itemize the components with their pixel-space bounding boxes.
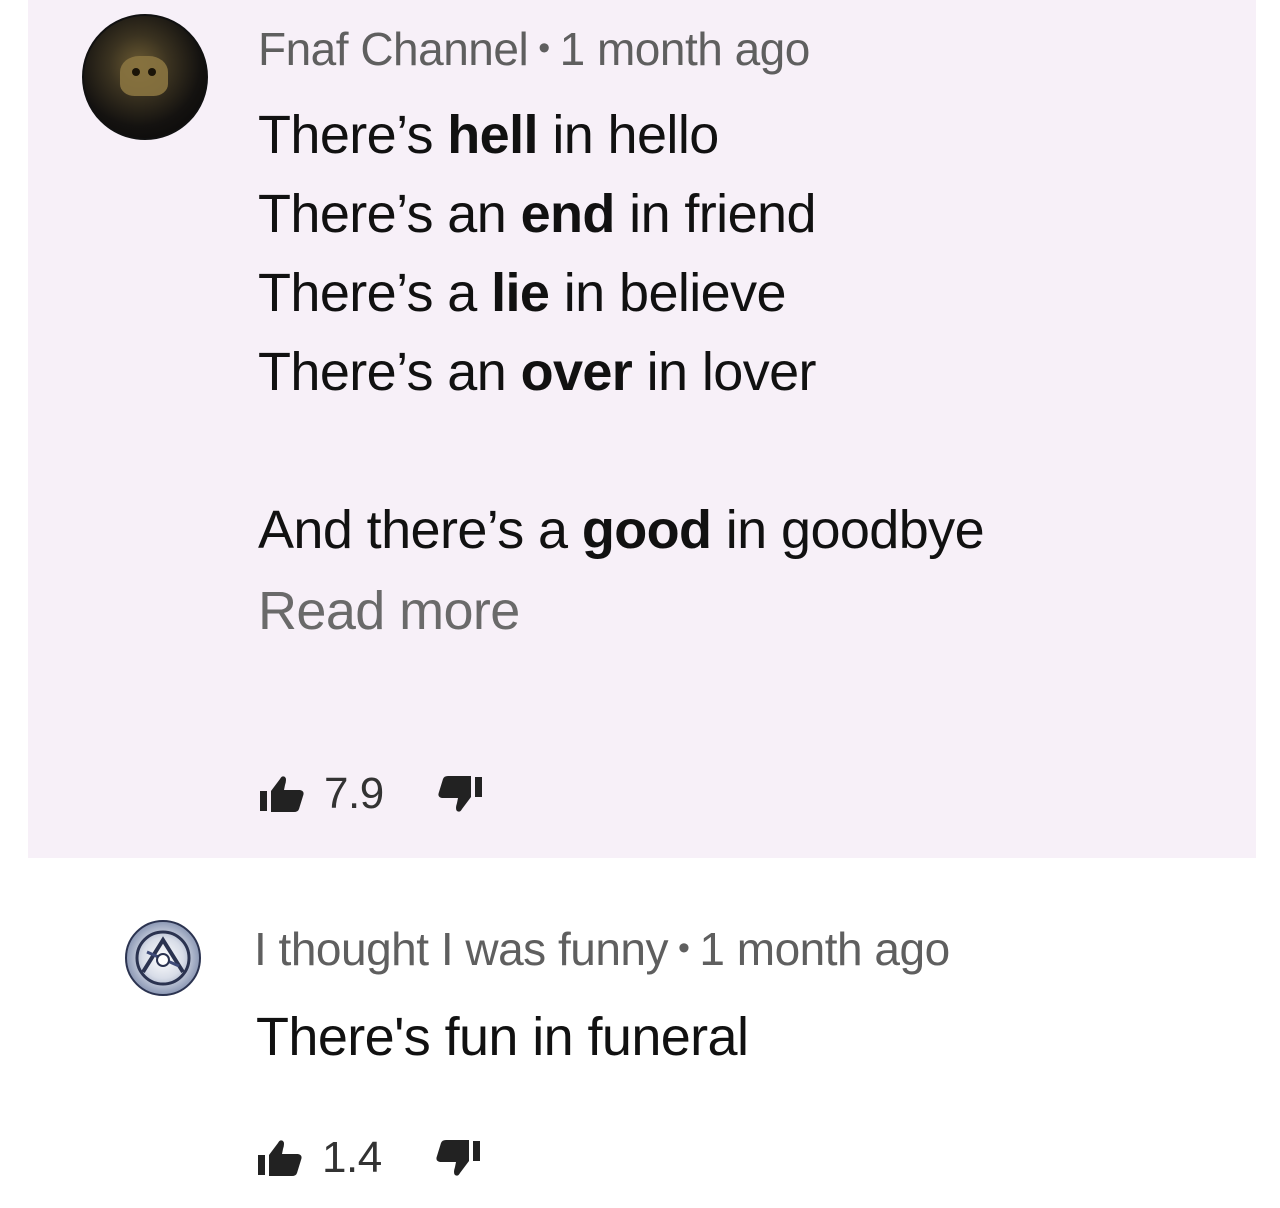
meta-separator: • (538, 29, 550, 67)
meta-separator: • (678, 929, 690, 967)
avatar-figure (120, 56, 168, 96)
comment-line: There's fun in funeral (256, 1007, 749, 1067)
avatar-eye (132, 68, 140, 76)
comment-actions: 7.9 (258, 764, 484, 824)
comment-actions: 1.4 (256, 1128, 482, 1188)
comment-body: There's fun in funeral (256, 998, 749, 1077)
comment: I thought I was funny • 1 month ago There'… (0, 858, 1280, 1208)
comment-meta: Fnaf Channel • 1 month ago (258, 22, 810, 76)
author-name[interactable]: Fnaf Channel (258, 23, 529, 75)
thumbs-up-icon[interactable] (256, 1133, 306, 1183)
thumbs-up-icon[interactable] (258, 769, 308, 819)
like-count: 1.4 (322, 1133, 382, 1182)
author-avatar[interactable] (125, 920, 201, 996)
comment-highlighted: Fnaf Channel • 1 month ago There’s hell in… (28, 0, 1256, 858)
comment-line: There’s an over in lover (258, 342, 817, 402)
comment-line: There’s a lie in believe (258, 263, 787, 323)
read-more-link[interactable]: Read more (258, 580, 520, 642)
thumbs-down-icon[interactable] (432, 1133, 482, 1183)
avatar-eye (148, 68, 156, 76)
comment-line: There’s hell in hello (258, 105, 719, 165)
comment-timestamp[interactable]: 1 month ago (699, 923, 950, 975)
comment-body: There’s hell in hello There’s an end in … (258, 96, 985, 570)
comment-meta: I thought I was funny • 1 month ago (254, 922, 950, 976)
comment-line: And there’s a good in goodbye (258, 500, 985, 560)
avatar-emblem-icon (135, 930, 191, 986)
author-name[interactable]: I thought I was funny (254, 923, 669, 975)
thumbs-down-icon[interactable] (434, 769, 484, 819)
author-avatar[interactable] (82, 14, 208, 140)
like-count: 7.9 (324, 769, 384, 818)
comment-timestamp[interactable]: 1 month ago (560, 23, 811, 75)
comment-line: There’s an end in friend (258, 184, 816, 244)
